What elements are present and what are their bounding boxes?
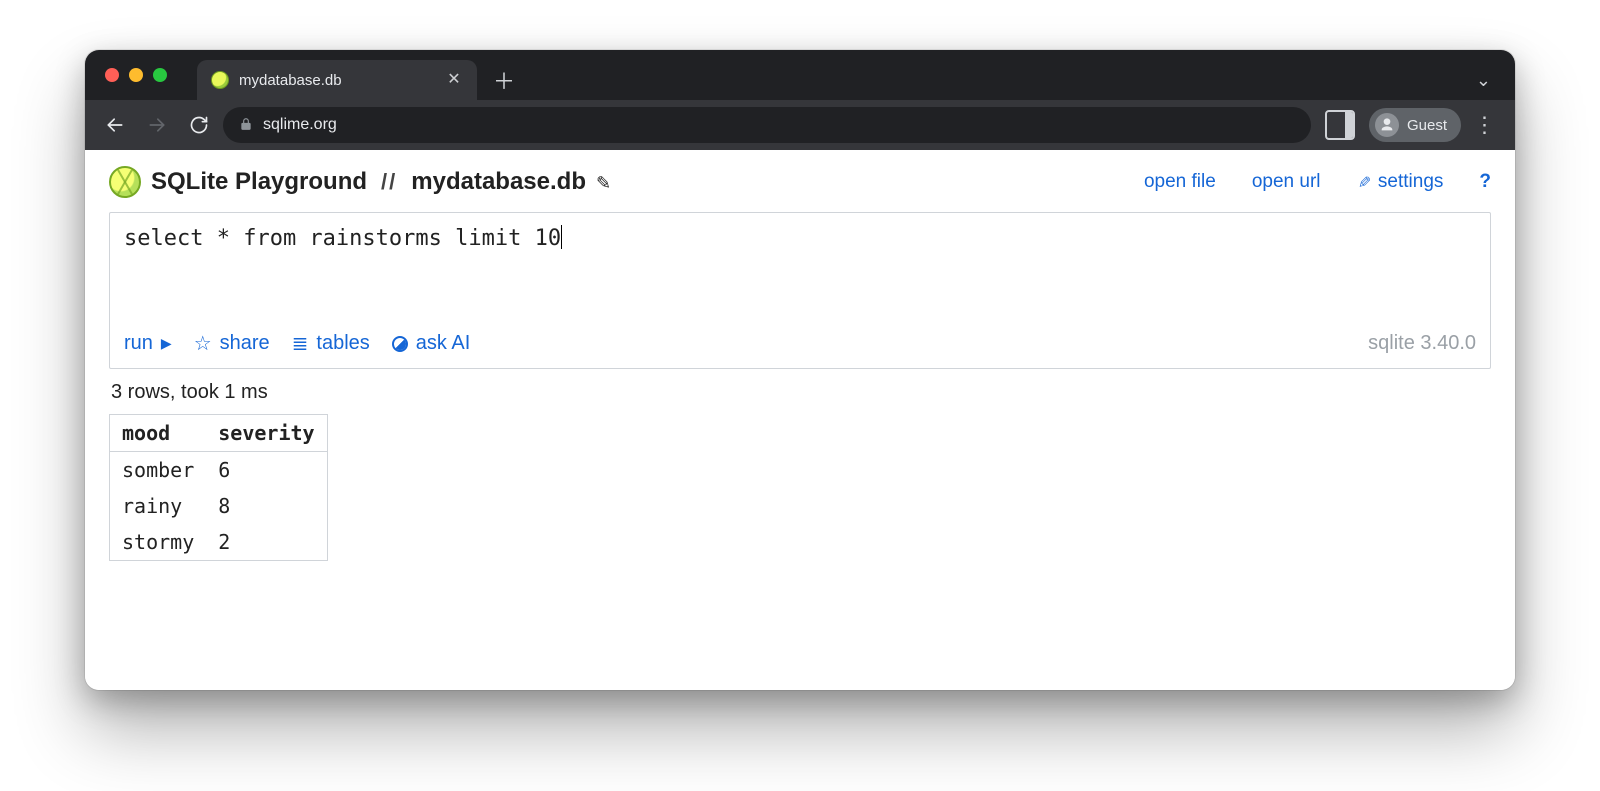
sqlime-logo-icon xyxy=(109,166,141,198)
nav-reload-button[interactable] xyxy=(181,107,217,143)
sql-input[interactable]: select * from rainstorms limit 10 xyxy=(110,213,1490,323)
text-caret xyxy=(561,225,562,249)
table-cell: stormy xyxy=(110,524,207,561)
lock-icon xyxy=(239,117,253,134)
address-bar-text: sqlime.org xyxy=(263,116,337,134)
window-close-button[interactable] xyxy=(105,68,119,82)
database-name: mydatabase.db xyxy=(411,168,586,196)
table-cell: rainy xyxy=(110,488,207,524)
open-file-link[interactable]: open file xyxy=(1144,171,1216,193)
page-header: SQLite Playground // mydatabase.db ✎ ope… xyxy=(109,166,1491,198)
edit-name-icon[interactable]: ✎ xyxy=(596,173,611,194)
window-maximize-button[interactable] xyxy=(153,68,167,82)
page-content: SQLite Playground // mydatabase.db ✎ ope… xyxy=(85,150,1515,690)
table-header-row: moodseverity xyxy=(110,415,328,452)
side-panel-toggle-icon[interactable] xyxy=(1325,110,1355,140)
sql-editor: select * from rainstorms limit 10 run ▶ … xyxy=(109,212,1491,369)
profile-chip[interactable]: Guest xyxy=(1369,108,1461,142)
editor-actions: run ▶ share tables ask AI sqlite 3.40.0 xyxy=(110,323,1490,368)
table-row: stormy2 xyxy=(110,524,328,561)
close-tab-icon[interactable]: ✕ xyxy=(445,72,463,88)
sqlite-version: sqlite 3.40.0 xyxy=(1368,332,1476,355)
share-button[interactable]: share xyxy=(194,331,270,356)
browser-menu-button[interactable]: ⋮ xyxy=(1467,107,1503,143)
browser-tab[interactable]: mydatabase.db ✕ xyxy=(197,60,477,100)
table-cell: 8 xyxy=(206,488,327,524)
star-icon xyxy=(194,331,212,356)
table-row: somber6 xyxy=(110,452,328,489)
table-cell: 2 xyxy=(206,524,327,561)
window-minimize-button[interactable] xyxy=(129,68,143,82)
profile-label: Guest xyxy=(1407,117,1447,134)
result-status: 3 rows, took 1 ms xyxy=(111,381,1489,404)
open-url-link[interactable]: open url xyxy=(1252,171,1321,193)
browser-window: mydatabase.db ✕ ＋ ⌄ sqlime.org xyxy=(85,50,1515,690)
tab-strip: mydatabase.db ✕ ＋ ⌄ xyxy=(85,50,1515,100)
settings-icon xyxy=(1357,171,1370,193)
favicon-lime-icon xyxy=(211,71,229,89)
app-title: SQLite Playground xyxy=(151,168,367,196)
table-cell: 6 xyxy=(206,452,327,489)
tables-button[interactable]: tables xyxy=(292,331,370,356)
table-row: rainy8 xyxy=(110,488,328,524)
list-icon xyxy=(292,331,309,356)
tabs-overflow-icon[interactable]: ⌄ xyxy=(1466,60,1501,100)
help-link[interactable]: ? xyxy=(1479,171,1491,193)
column-header: severity xyxy=(206,415,327,452)
settings-link[interactable]: settings xyxy=(1357,171,1444,193)
window-controls xyxy=(105,68,167,82)
ask-ai-button[interactable]: ask AI xyxy=(392,332,470,355)
result-table: moodseverity somber6rainy8stormy2 xyxy=(109,414,328,561)
avatar-icon xyxy=(1375,113,1399,137)
breadcrumb-separator: // xyxy=(377,169,401,195)
address-bar[interactable]: sqlime.org xyxy=(223,107,1311,143)
new-tab-button[interactable]: ＋ xyxy=(477,60,531,100)
play-icon: ▶ xyxy=(161,335,172,352)
run-button[interactable]: run ▶ xyxy=(124,332,172,355)
column-header: mood xyxy=(110,415,207,452)
tab-title: mydatabase.db xyxy=(239,72,435,89)
nav-back-button[interactable] xyxy=(97,107,133,143)
table-cell: somber xyxy=(110,452,207,489)
nav-forward-button[interactable] xyxy=(139,107,175,143)
table-body: somber6rainy8stormy2 xyxy=(110,452,328,561)
browser-toolbar: sqlime.org Guest ⋮ xyxy=(85,100,1515,150)
ai-icon xyxy=(392,336,408,352)
